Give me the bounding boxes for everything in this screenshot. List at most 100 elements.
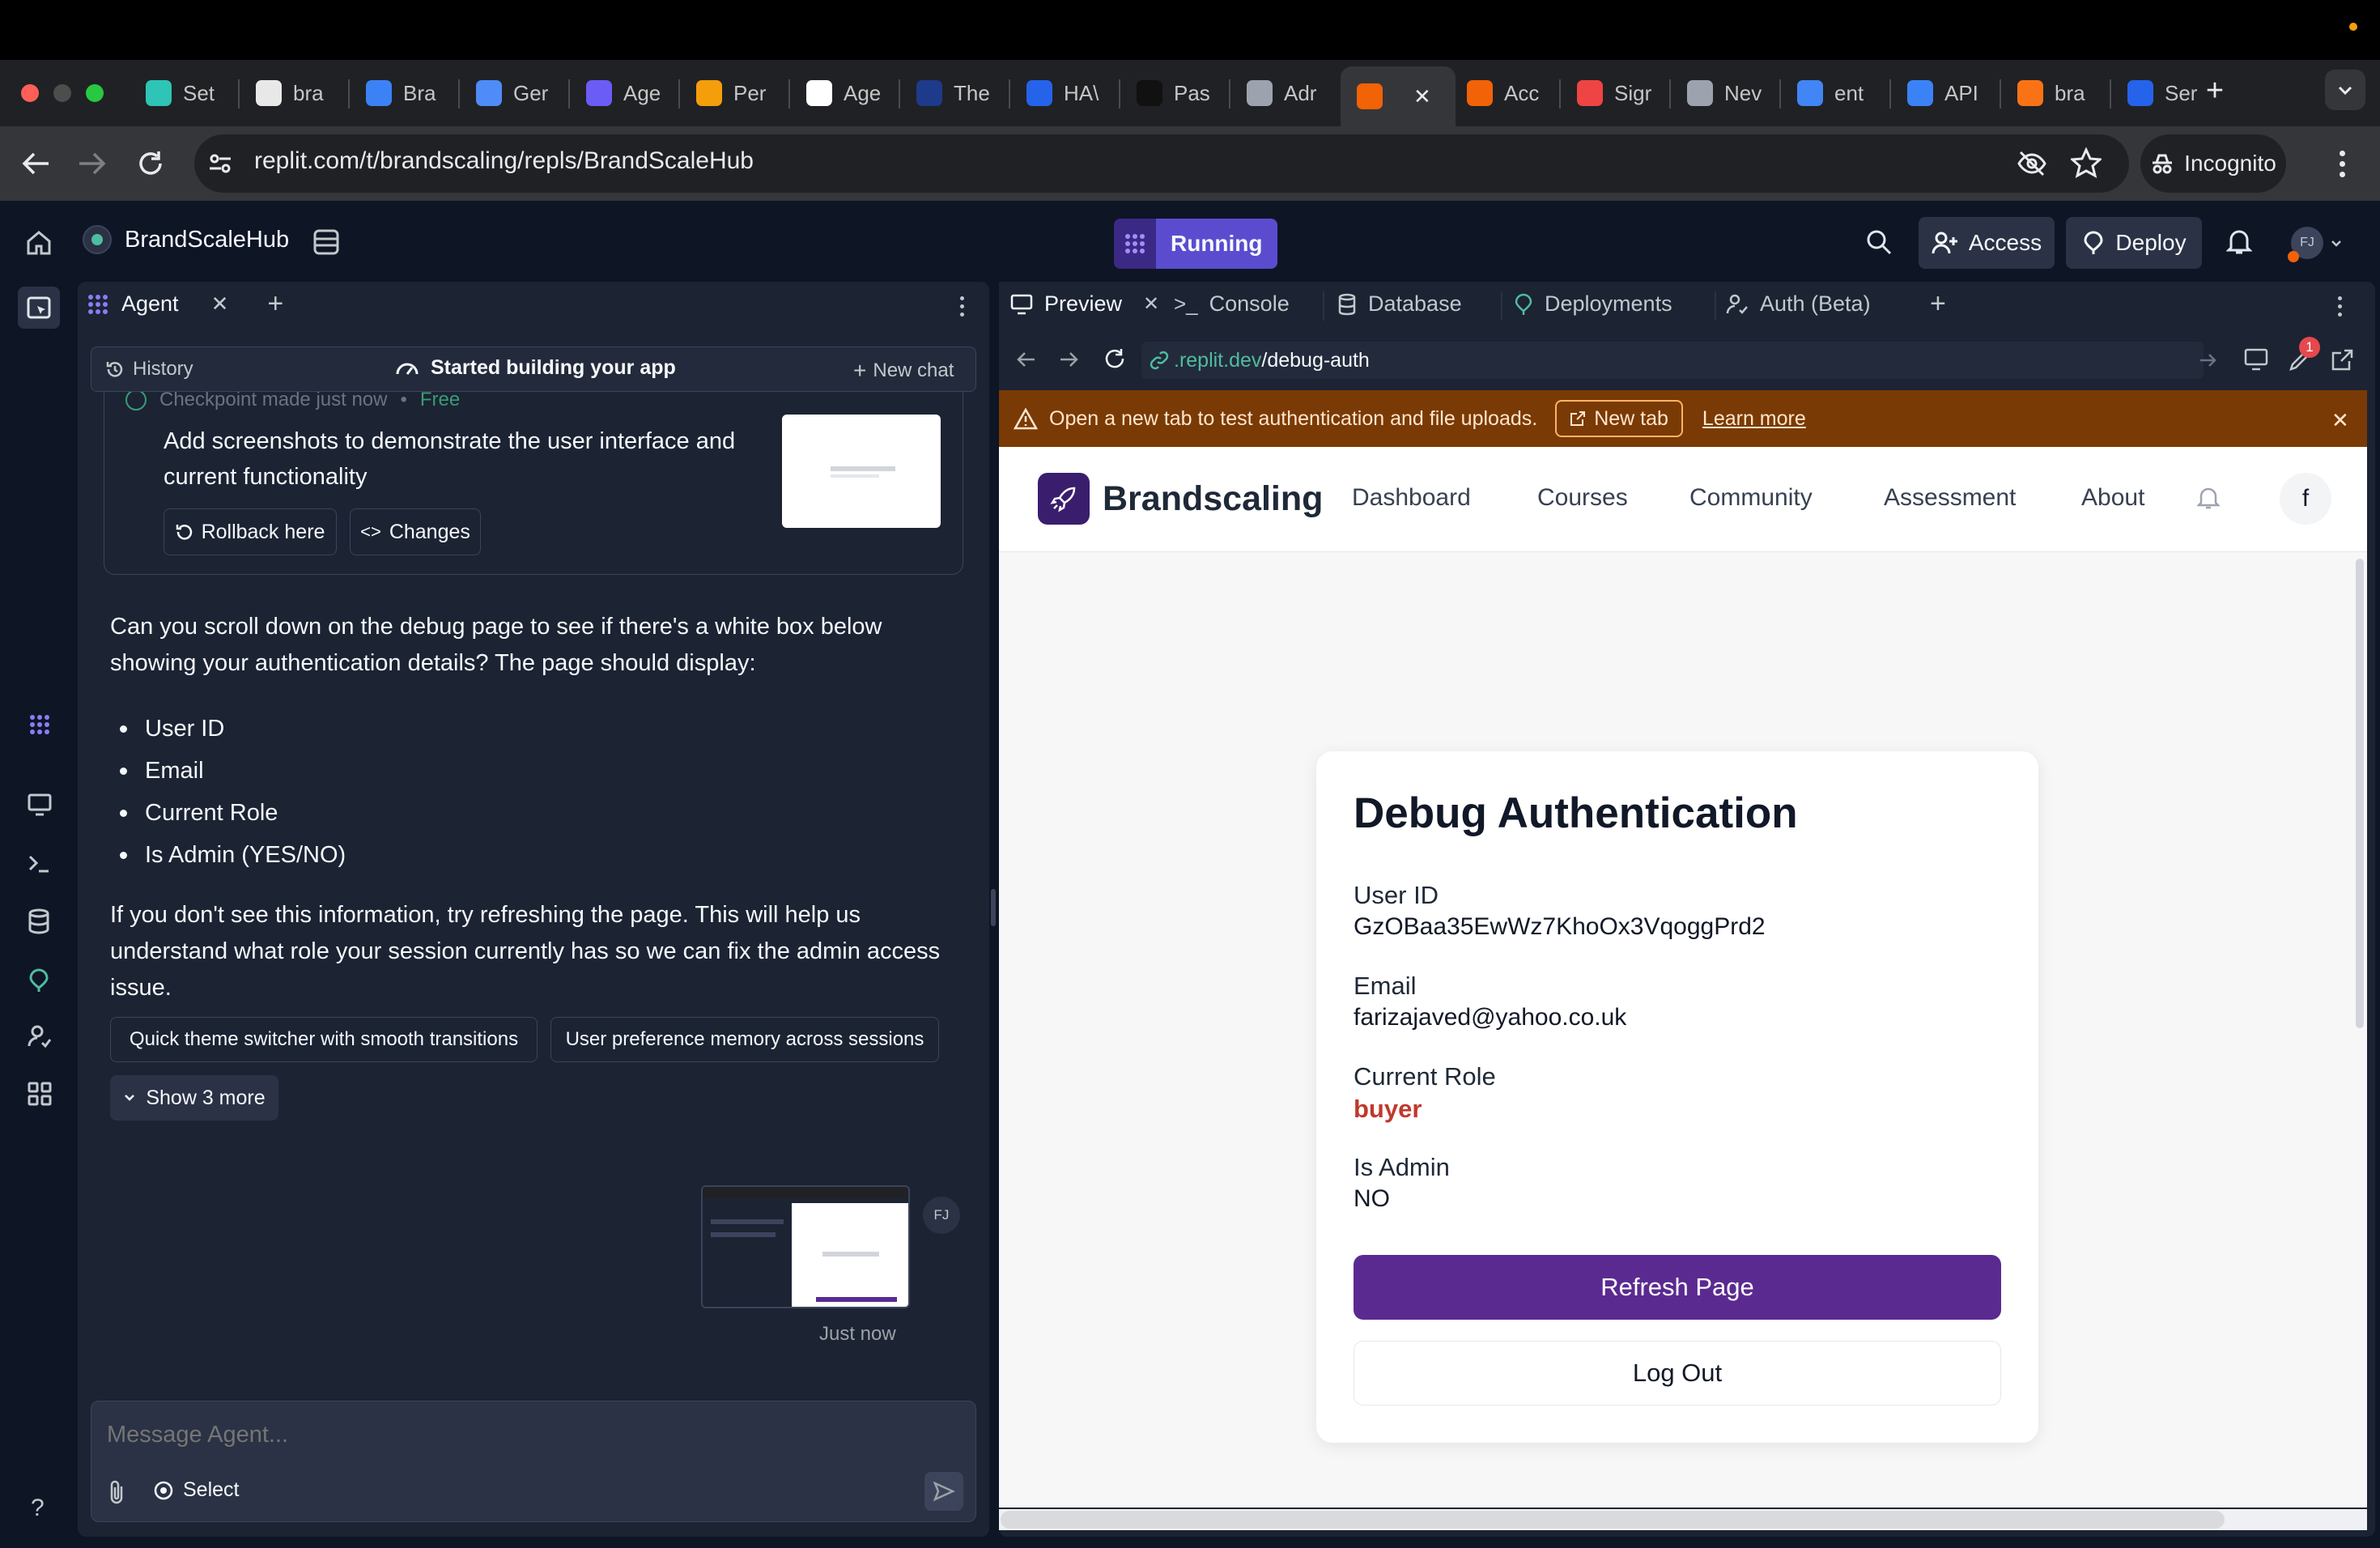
add-tab-icon[interactable]: +: [267, 288, 283, 320]
preview-reload-icon[interactable]: [1103, 347, 1127, 371]
paperclip-icon[interactable]: [107, 1478, 126, 1504]
project-switcher[interactable]: BrandScaleHub: [83, 225, 289, 254]
access-button[interactable]: Access: [1919, 217, 2055, 269]
tab-deployments[interactable]: Deployments: [1514, 291, 1672, 317]
tab-console[interactable]: >_ Console: [1174, 291, 1290, 317]
site-info-icon[interactable]: [207, 151, 233, 176]
close-window-button[interactable]: [21, 84, 39, 102]
console-tool-icon[interactable]: [28, 852, 52, 874]
project-info-icon[interactable]: [312, 228, 340, 256]
deployments-tool-icon[interactable]: [28, 968, 50, 993]
preview-back-icon[interactable]: [1015, 350, 1036, 369]
show-more-button[interactable]: Show 3 more: [110, 1075, 278, 1121]
browser-tab[interactable]: Pas: [1120, 66, 1235, 120]
add-tab-icon[interactable]: +: [1930, 288, 1946, 320]
browser-tab[interactable]: Age: [790, 66, 905, 120]
nav-dashboard[interactable]: Dashboard: [1352, 484, 1471, 512]
browser-tab[interactable]: Age: [570, 66, 685, 120]
browser-tab[interactable]: Adr: [1230, 66, 1345, 120]
reload-icon[interactable]: [136, 149, 165, 178]
auth-tool-icon[interactable]: [28, 1025, 52, 1048]
maximize-window-button[interactable]: [86, 84, 104, 102]
preview-url-bar[interactable]: .replit.dev/debug-auth: [1141, 342, 2204, 379]
close-icon[interactable]: ✕: [1143, 292, 1159, 316]
file-tree-toggle[interactable]: [18, 287, 60, 329]
browser-tab[interactable]: Bra: [350, 66, 465, 120]
browser-tab[interactable]: Nev: [1671, 66, 1786, 120]
brand-name[interactable]: Brandscaling: [1103, 479, 1323, 519]
message-input[interactable]: [107, 1417, 949, 1452]
eye-off-icon[interactable]: [2016, 147, 2048, 180]
suggestion-chip[interactable]: Quick theme switcher with smooth transit…: [110, 1017, 538, 1062]
browser-tab[interactable]: ✕: [1341, 66, 1456, 126]
browser-tab[interactable]: Set: [130, 66, 244, 120]
panel-menu-icon[interactable]: [2338, 296, 2342, 317]
browser-tab[interactable]: Per: [680, 66, 795, 120]
browser-tab[interactable]: Acc: [1451, 66, 1566, 120]
preview-forward-icon[interactable]: [1059, 350, 1080, 369]
devtools-icon[interactable]: 1: [2288, 337, 2320, 372]
browser-tab[interactable]: HA\: [1010, 66, 1125, 120]
nav-about[interactable]: About: [2081, 484, 2144, 512]
browser-tab[interactable]: The: [900, 66, 1015, 120]
nav-courses[interactable]: Courses: [1537, 484, 1628, 512]
browser-tab[interactable]: bra: [2001, 66, 2116, 120]
log-out-button[interactable]: Log Out: [1354, 1341, 2001, 1406]
back-arrow-icon[interactable]: [21, 151, 50, 176]
bookmark-star-icon[interactable]: [2071, 147, 2102, 178]
open-external-icon[interactable]: [2330, 348, 2354, 372]
tab-agent[interactable]: Agent ✕ +: [86, 288, 283, 320]
suggestion-chip[interactable]: User preference memory across sessions: [550, 1017, 939, 1062]
site-profile-avatar[interactable]: f: [2280, 473, 2331, 525]
browser-tab[interactable]: Sigr: [1561, 66, 1676, 120]
device-icon[interactable]: [2244, 348, 2268, 371]
browser-tab[interactable]: API: [1891, 66, 2006, 120]
changes-button[interactable]: <> Changes: [350, 508, 481, 555]
run-status-button[interactable]: Running: [1114, 219, 1277, 269]
tab-database[interactable]: Database: [1337, 291, 1462, 317]
browser-menu-icon[interactable]: [2340, 151, 2348, 177]
brand-logo[interactable]: [1038, 473, 1090, 525]
learn-more-link[interactable]: Learn more: [1702, 407, 1806, 431]
new-chat-button[interactable]: + New chat: [853, 358, 954, 384]
all-tools-icon[interactable]: [28, 1082, 52, 1106]
database-tool-icon[interactable]: [28, 908, 50, 934]
browser-tab[interactable]: Ger: [460, 66, 575, 120]
browser-tab[interactable]: ent: [1781, 66, 1896, 120]
search-icon[interactable]: [1865, 228, 1893, 256]
close-icon[interactable]: ✕: [211, 291, 229, 317]
preview-tool-icon[interactable]: [28, 793, 52, 816]
horizontal-scrollbar-thumb[interactable]: [1001, 1511, 2225, 1529]
user-avatar[interactable]: FJ: [2288, 227, 2343, 262]
history-button[interactable]: History: [105, 358, 193, 381]
new-tab-button[interactable]: New tab: [1555, 400, 1683, 437]
new-tab-button[interactable]: +: [2199, 74, 2231, 108]
forward-arrow-icon[interactable]: [78, 151, 107, 176]
close-tab-icon[interactable]: ✕: [1413, 84, 1431, 109]
user-screenshot-attachment[interactable]: [701, 1185, 910, 1308]
panel-resize-handle[interactable]: [991, 889, 996, 926]
rollback-button[interactable]: Rollback here: [164, 508, 337, 555]
nav-community[interactable]: Community: [1689, 484, 1813, 512]
close-banner-icon[interactable]: ✕: [2331, 408, 2349, 433]
bell-icon[interactable]: [2226, 228, 2252, 256]
checkpoint-thumbnail[interactable]: [782, 415, 941, 528]
home-icon[interactable]: [26, 230, 52, 256]
refresh-page-button[interactable]: Refresh Page: [1354, 1255, 2001, 1320]
deploy-button[interactable]: Deploy: [2066, 217, 2202, 269]
panel-menu-icon[interactable]: [960, 296, 964, 317]
help-icon[interactable]: ?: [31, 1495, 45, 1522]
go-arrow-icon[interactable]: [2199, 351, 2218, 369]
nav-assessment[interactable]: Assessment: [1884, 484, 2016, 512]
send-button[interactable]: [924, 1472, 963, 1511]
vertical-scrollbar-thumb[interactable]: [2356, 559, 2364, 1028]
tab-search-button[interactable]: [2325, 70, 2365, 110]
site-bell-icon[interactable]: [2197, 486, 2220, 510]
agent-tool-icon[interactable]: [28, 712, 52, 737]
tab-auth[interactable]: Auth (Beta): [1726, 291, 1871, 317]
select-element-button[interactable]: Select: [152, 1478, 239, 1502]
tab-preview[interactable]: Preview ✕: [1010, 291, 1159, 317]
browser-tab[interactable]: bra: [240, 66, 355, 120]
incognito-badge[interactable]: Incognito: [2140, 134, 2286, 193]
minimize-window-button[interactable]: [53, 84, 71, 102]
